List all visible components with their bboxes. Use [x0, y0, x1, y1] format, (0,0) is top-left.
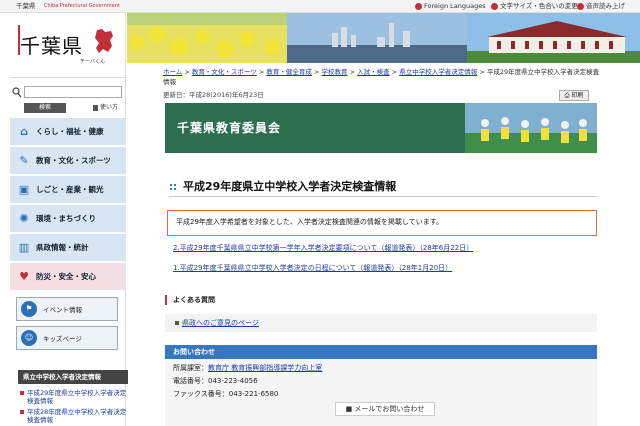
breadcrumb-home[interactable]: ホーム	[163, 68, 182, 76]
notice-box: 平成29年度入学希望者を対象とした、入学者決定検査関連の情報を掲載しています。	[167, 210, 597, 236]
board-of-education-banner: 千葉県教育委員会	[165, 103, 597, 153]
sidebar-link-h29[interactable]: 平成29年度県立中学校入学者決定検査情報	[20, 389, 128, 405]
contact-phone: 電話番号：043-223-4056	[173, 377, 258, 385]
print-button[interactable]: ⎙ 印刷	[559, 90, 589, 101]
breadcrumb-separator: >	[349, 68, 356, 76]
speaker-icon	[577, 3, 584, 10]
contact-fax: ファックス番号：043-221-6580	[173, 390, 279, 398]
top-utility-bar: 千葉県 Chiba Prefectural Government Foreign…	[0, 0, 640, 13]
briefcase-icon: ▣	[18, 183, 30, 196]
contact-section: お問い合わせ 所属課室：教育庁 教育振興部指導課学力向上室 電話番号：043-2…	[165, 345, 597, 426]
contact-department: 所属課室：教育庁 教育振興部指導課学力向上室	[173, 364, 323, 372]
sidebar-link-h28[interactable]: 平成28年度県立中学校入学者決定検査情報	[20, 408, 128, 424]
government-label: Chiba Prefectural Government	[44, 3, 120, 9]
search-button[interactable]: 検索	[24, 103, 66, 113]
kids-icon: ☺	[21, 330, 37, 346]
breadcrumb-separator: >	[313, 68, 320, 76]
department-link[interactable]: 教育庁 教育振興部指導課学力向上室	[208, 364, 322, 372]
nav-prefectural-info[interactable]: ▥ 県政情報・統計	[10, 233, 126, 261]
search-howto-link[interactable]: 使い方	[93, 103, 118, 113]
house-icon: ⌂	[20, 125, 28, 138]
faq-link[interactable]: 県政へのご意見のページ	[182, 319, 259, 327]
nav-disaster-safety[interactable]: ♥ 防災・安全・安心	[10, 262, 126, 290]
foreign-languages-link[interactable]: Foreign Languages	[415, 0, 486, 13]
title-bullet-icon	[169, 183, 177, 191]
page-title: 平成29年度県立中学校入学者決定検査情報	[169, 178, 396, 194]
search-input[interactable]	[24, 86, 122, 98]
bullet-icon	[175, 321, 179, 325]
banner-title: 千葉県教育委員会	[177, 121, 282, 135]
building-icon: ▥	[18, 241, 30, 254]
kids-page-button[interactable]: ☺ キッズページ	[16, 326, 118, 350]
breadcrumb-separator: >	[184, 68, 190, 76]
breadcrumb: ホーム > 教育・文化・スポーツ > 教育・健全育成 > 学校教育 > 入試・検…	[163, 67, 603, 87]
breadcrumb-education-growth[interactable]: 教育・健全育成	[266, 68, 312, 76]
nav-environment-town[interactable]: ✺ 環境・まちづくり	[10, 204, 126, 232]
sidebar-section-heading: 県立中学校入学者決定情報	[18, 370, 128, 384]
heart-icon: ♥	[19, 270, 29, 283]
voice-reading-link[interactable]: 音声読み上げ	[577, 0, 625, 13]
event-info-button[interactable]: ⚑ イベント情報	[16, 297, 118, 321]
chiba-mascot-icon	[95, 29, 113, 53]
globe-icon	[415, 3, 422, 10]
text-size-icon	[491, 3, 498, 10]
logo-name: 千葉県	[20, 34, 83, 58]
updated-date: 更新日：平成28(2016)年6月23日	[163, 91, 264, 99]
flag-icon: ⚑	[21, 301, 37, 317]
breadcrumb-separator: >	[258, 68, 265, 76]
link-h29-requirements[interactable]: 2.平成29年度千葉県県立中学校第一学年入学者決定要項について（報道発表）（28…	[173, 243, 473, 253]
nav-education-culture-sports[interactable]: ✎ 教育・文化・スポーツ	[10, 146, 126, 174]
document-icon	[93, 104, 98, 111]
title-divider	[169, 196, 597, 197]
faq-box: 県政へのご意見のページ	[165, 314, 597, 332]
breadcrumb-education[interactable]: 教育・文化・スポーツ	[192, 68, 257, 76]
main-content: ホーム > 教育・文化・スポーツ > 教育・健全育成 > 学校教育 > 入試・検…	[163, 63, 603, 426]
sun-icon: ✺	[19, 212, 29, 225]
breadcrumb-separator: >	[391, 68, 398, 76]
breadcrumb-school-education[interactable]: 学校教育	[322, 68, 348, 76]
breadcrumb-separator: >	[479, 68, 485, 76]
sidebar: 千葉県 チーバくん 検索 使い方 ⌂ くらし・福祉・健康 ✎ 教育・文化・スポーツ …	[8, 13, 128, 426]
contact-heading: お問い合わせ	[165, 345, 597, 359]
nav-life-welfare-health[interactable]: ⌂ くらし・福祉・健康	[10, 117, 126, 145]
header-photo-banner	[127, 13, 640, 63]
link-h29-schedule[interactable]: 1.平成29年度千葉県県立中学校入学者決定の日程について（報道発表）（28年1月…	[173, 263, 452, 273]
search-icon	[12, 87, 22, 98]
site-logo[interactable]: 千葉県 チーバくん	[10, 13, 126, 78]
breadcrumb-junior-high-info[interactable]: 県立中学校入学者決定情報	[399, 68, 477, 76]
breadcrumb-exams[interactable]: 入試・検査	[357, 68, 390, 76]
pencil-icon: ✎	[19, 154, 29, 167]
text-size-link[interactable]: 文字サイズ・色合いの変更	[491, 0, 578, 13]
email-contact-button[interactable]: ■ メールでお問い合わせ	[335, 402, 435, 416]
mascot-label: チーバくん	[80, 59, 105, 65]
prefecture-label: 千葉県	[16, 2, 36, 10]
faq-heading: よくある質問	[165, 295, 215, 305]
nav-work-industry-tourism[interactable]: ▣ しごと・産業・観光	[10, 175, 126, 203]
